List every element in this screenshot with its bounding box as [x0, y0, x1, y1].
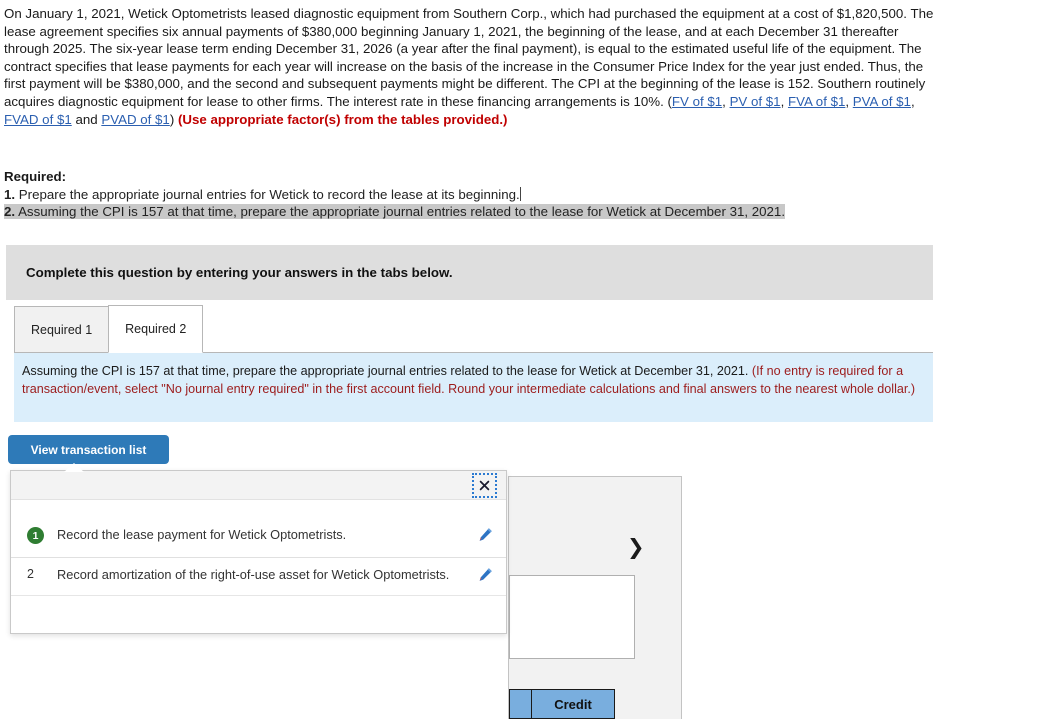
transaction-list-popup: 1 Record the lease payment for Wetick Op… [10, 470, 507, 634]
journal-table-header-credit: Credit [531, 689, 615, 719]
factor-table-link[interactable]: PVA of $1 [853, 94, 911, 109]
transaction-list-body: 1 Record the lease payment for Wetick Op… [11, 500, 506, 606]
journal-table-header-blank [509, 689, 531, 719]
view-transaction-list-label: View transaction list [30, 442, 147, 457]
problem-text-run: ) [169, 111, 178, 127]
transaction-row-1-number: 1 [27, 526, 57, 544]
transaction-row-1[interactable]: 1 Record the lease payment for Wetick Op… [11, 500, 506, 558]
popup-pointer-arrow [64, 463, 84, 472]
chevron-right-icon[interactable]: ❯ [627, 537, 645, 558]
transaction-row-2-text: Record amortization of the right-of-use … [57, 567, 450, 582]
required-item-1: 1. Prepare the appropriate journal entri… [4, 186, 944, 204]
factor-table-link[interactable]: FVA of $1 [788, 94, 845, 109]
required-item-2: 2. Assuming the CPI is 157 at that time,… [4, 203, 944, 221]
factor-table-link[interactable]: PVAD of $1 [101, 112, 170, 127]
problem-text-run: , [780, 93, 788, 109]
factor-table-link[interactable]: PV of $1 [730, 94, 781, 109]
pencil-icon[interactable] [474, 566, 496, 582]
view-transaction-list-button[interactable]: View transaction list [8, 435, 169, 464]
problem-text-run: , [722, 93, 730, 109]
close-x-icon[interactable] [472, 473, 497, 498]
transaction-list-filler [11, 596, 506, 606]
journal-table-header-row: Credit [509, 689, 615, 719]
transaction-row-1-text: Record the lease payment for Wetick Opto… [57, 527, 347, 542]
problem-text-run: and [71, 111, 102, 127]
instruction-paragraph: Assuming the CPI is 157 at that time, pr… [22, 363, 919, 398]
required-item-1-number: 1. [4, 186, 16, 202]
problem-text: On January 1, 2021, Wetick Optometrists … [4, 6, 933, 127]
required-heading: Required: [4, 169, 67, 184]
use-factors-note: (Use appropriate factor(s) from the tabl… [177, 111, 508, 127]
complete-question-banner: Complete this question by entering your … [6, 245, 933, 300]
problem-text-run: , [845, 93, 853, 109]
tab-required-2[interactable]: Required 2 [108, 305, 204, 353]
text-caret [519, 186, 521, 201]
instruction-box: Assuming the CPI is 157 at that time, pr… [14, 353, 933, 422]
required-item-2-text: Assuming the CPI is 157 at that time, pr… [18, 204, 786, 220]
instruction-lead: Assuming the CPI is 157 at that time, pr… [22, 364, 749, 378]
transaction-row-2[interactable]: 2 Record amortization of the right-of-us… [11, 558, 506, 596]
required-item-2-number: 2. [4, 204, 16, 220]
pencil-icon[interactable] [474, 526, 496, 542]
journal-entry-panel: ❯ Credit [508, 476, 682, 719]
required-item-1-text: Prepare the appropriate journal entries … [18, 186, 520, 202]
problem-text-run: , [910, 93, 915, 109]
complete-question-banner-text: Complete this question by entering your … [26, 265, 453, 280]
tab-required-1[interactable]: Required 1 [14, 306, 110, 353]
factor-table-link[interactable]: FVAD of $1 [4, 112, 72, 127]
transaction-row-1-badge: 1 [27, 527, 44, 544]
question-page: On January 1, 2021, Wetick Optometrists … [0, 0, 1050, 719]
problem-statement: On January 1, 2021, Wetick Optometrists … [4, 5, 940, 128]
tab-bar: Required 1 Required 2 [14, 305, 204, 353]
factor-table-link[interactable]: FV of $1 [672, 94, 722, 109]
required-section: Required: 1. Prepare the appropriate jou… [4, 168, 944, 221]
tab-required-1-label: Required 1 [31, 322, 93, 337]
journal-input-box[interactable] [509, 575, 635, 659]
tab-required-2-label: Required 2 [125, 322, 187, 336]
transaction-row-2-number: 2 [27, 567, 34, 581]
transaction-list-popup-header [11, 471, 506, 500]
